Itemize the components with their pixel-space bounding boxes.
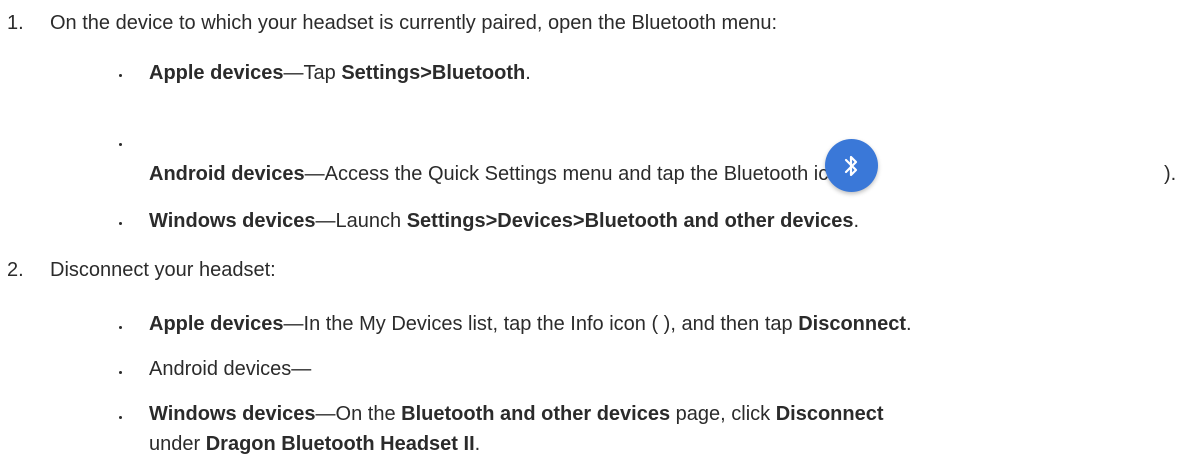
bullet-dot (119, 222, 122, 225)
step-text: On the device to which your headset is c… (50, 12, 778, 34)
bluetooth-icon (825, 139, 878, 192)
menu-path: Settings>Bluetooth (341, 62, 526, 84)
bullet-dot (119, 326, 122, 329)
page-name: Bluetooth and other devices (401, 403, 671, 425)
bullet-dot (119, 74, 122, 77)
step-number: 2. (7, 259, 24, 281)
bullet-text: —Access the Quick Settings menu and tap … (304, 163, 863, 185)
bullet-text: —Launch (315, 210, 407, 232)
step2-bullet-apple: Apple devices—In the My Devices list, ta… (149, 313, 912, 336)
step1-bullet-apple: Apple devices—Tap Settings>Bluetooth. (149, 62, 531, 85)
bullet-label: Windows devices (149, 403, 316, 425)
device-name: Dragon Bluetooth Headset II (205, 433, 475, 455)
bullet-text: Android devices— (149, 358, 312, 380)
bullet-dot (119, 143, 122, 146)
disconnect-label: Disconnect (798, 313, 907, 335)
bullet-text: under (149, 433, 206, 455)
step-number: 1. (7, 12, 24, 34)
bullet-label: Apple devices (149, 313, 284, 335)
menu-path: Settings>Devices>Bluetooth and other dev… (406, 210, 854, 232)
bullet-dot (119, 371, 122, 374)
step1-bullet-android: Android devices—Access the Quick Setting… (149, 163, 863, 186)
disconnect-label: Disconnect (775, 403, 884, 425)
bullet-text: —Tap (283, 62, 342, 84)
bullet-text: . (853, 210, 860, 232)
bullet-label: Android devices (149, 163, 305, 185)
bullet-text: ). (1164, 163, 1177, 185)
bullet-text: . (474, 433, 481, 455)
step2-bullet-windows: Windows devices—On the Bluetooth and oth… (149, 403, 884, 426)
bullet-text: —On the (315, 403, 402, 425)
step1-bullet-windows: Windows devices—Launch Settings>Devices>… (149, 210, 859, 233)
step2-bullet-windows-cont: under Dragon Bluetooth Headset II. (149, 433, 480, 456)
bullet-text: page, click (670, 403, 776, 425)
bullet-label: Apple devices (149, 62, 284, 84)
bullet-text: —In the My Devices list, tap the Info ic… (283, 313, 799, 335)
bullet-dot (119, 416, 122, 419)
step2-bullet-android: Android devices— (149, 358, 311, 381)
bullet-text: . (906, 313, 912, 335)
bullet-label: Windows devices (149, 210, 316, 232)
step-text: Disconnect your headset: (50, 259, 276, 281)
bullet-text: . (525, 62, 531, 84)
